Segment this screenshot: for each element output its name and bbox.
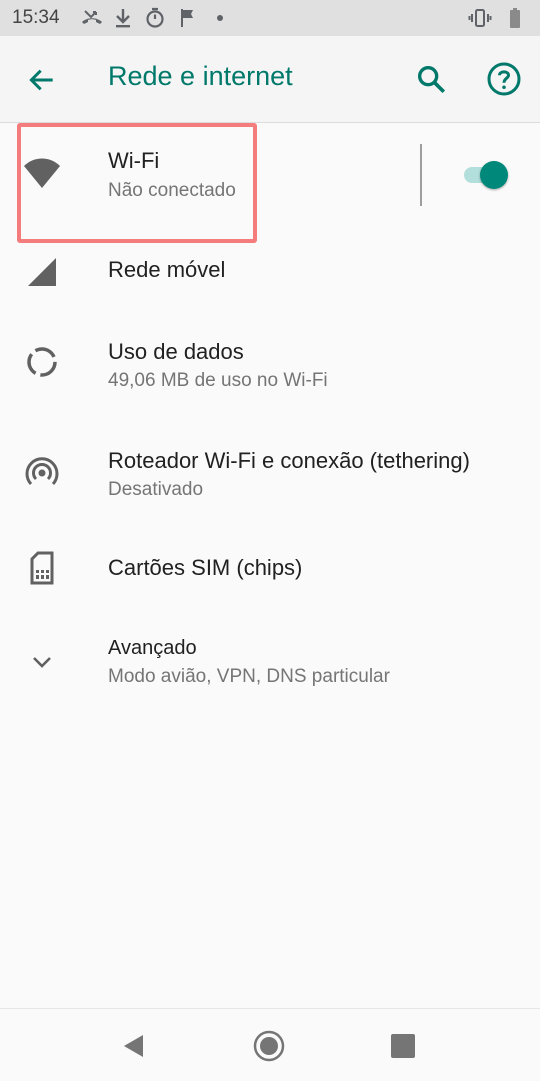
toggle-thumb [480,161,508,189]
back-triangle-icon[interactable] [117,1029,151,1063]
hotspot-subtitle: Desativado [108,479,204,500]
download-icon [116,9,130,28]
highlight-box [17,123,257,243]
missed-call-icon [82,10,102,24]
mobile-network-title: Rede móvel [108,257,226,282]
battery-icon [510,8,520,28]
timer-icon [146,7,164,28]
list-item-data-usage[interactable]: Uso de dados 49,06 MB de uso no Wi-Fi [0,322,540,412]
dot-icon [217,15,223,21]
list-item-hotspot[interactable]: Roteador Wi-Fi e conexão (tethering) Des… [0,432,540,522]
recents-square-icon[interactable] [386,1029,420,1063]
list-item-sim-cards[interactable]: Cartões SIM (chips) [0,532,540,602]
wifi-toggle[interactable] [462,160,512,190]
data-usage-title: Uso de dados [108,339,244,364]
list-item-mobile-network[interactable]: Rede móvel [0,242,540,312]
vibrate-icon [468,9,492,27]
home-circle-icon[interactable] [252,1029,286,1063]
flag-icon [181,9,193,27]
sim-card-icon [30,551,54,585]
advanced-subtitle: Modo avião, VPN, DNS particular [108,666,390,687]
vertical-divider [420,144,422,206]
back-arrow-icon[interactable] [26,64,58,96]
sim-cards-title: Cartões SIM (chips) [108,555,303,580]
navigation-bar [0,1008,540,1081]
status-bar: 15:34 [0,0,540,36]
page-title: Rede e internet [108,61,293,91]
list-item-advanced[interactable]: Avançado Modo avião, VPN, DNS particular [0,622,540,702]
chevron-down-icon [33,657,51,668]
advanced-title: Avançado [108,637,197,659]
hotspot-icon [25,457,59,486]
signal-icon [28,258,56,286]
help-icon[interactable] [486,61,522,97]
data-usage-icon [27,347,57,377]
status-time: 15:34 [12,7,60,28]
app-bar: Rede e internet [0,36,540,122]
search-icon[interactable] [414,62,448,96]
data-usage-subtitle: 49,06 MB de uso no Wi-Fi [108,370,328,391]
hotspot-title: Roteador Wi-Fi e conexão (tethering) [108,448,470,473]
